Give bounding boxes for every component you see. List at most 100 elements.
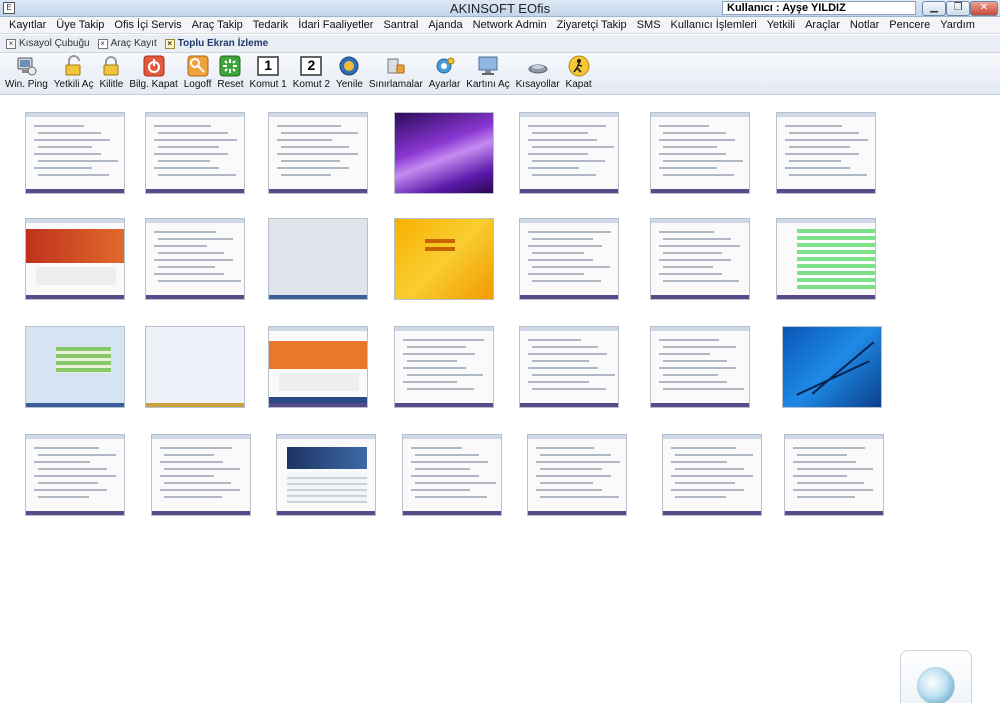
tab-1[interactable]: × Araç Kayıt	[97, 38, 157, 49]
toolbar-button-ping[interactable]: Win. Ping	[2, 53, 51, 94]
toolbar-button-unlock[interactable]: Yetkili Aç	[51, 53, 97, 94]
screen-thumbnail[interactable]	[650, 218, 750, 300]
screen-thumbnail[interactable]	[402, 434, 502, 516]
shortcuts-icon	[527, 55, 549, 77]
close-icon: ✕	[979, 2, 989, 13]
lock-icon	[100, 55, 122, 77]
menu-item[interactable]: Yetkili	[762, 19, 800, 31]
screen-thumbnail[interactable]	[650, 326, 750, 408]
tab-close-icon[interactable]: ×	[97, 38, 108, 49]
toolbar-button-exit[interactable]: Kapat	[563, 53, 595, 94]
toolbar-button-power[interactable]: Bilg. Kapat	[126, 53, 180, 94]
menu-item[interactable]: SMS	[632, 19, 666, 31]
screen-thumbnail[interactable]	[276, 434, 376, 516]
tab-label: Toplu Ekran İzleme	[177, 38, 269, 49]
close-button[interactable]: ✕	[970, 1, 998, 16]
toolbar-label: Bilg. Kapat	[129, 79, 178, 90]
screen-thumbnail[interactable]	[25, 218, 125, 300]
screen-thumbnail[interactable]	[25, 326, 125, 408]
toolbar-button-command-2[interactable]: 2 Komut 2	[290, 53, 333, 94]
menu-item[interactable]: Üye Takip	[51, 19, 109, 31]
toolbar-label: Kısayollar	[515, 79, 560, 90]
tab-label: Araç Kayıt	[110, 38, 157, 49]
screen-thumbnail[interactable]	[784, 434, 884, 516]
screen-thumbnail[interactable]	[776, 218, 876, 300]
orb-icon	[917, 667, 955, 703]
menu-item[interactable]: Tedarik	[248, 19, 293, 31]
corner-widget[interactable]	[900, 650, 972, 703]
screen-thumbnail[interactable]	[519, 218, 619, 300]
settings-icon	[434, 55, 456, 77]
toolbar-button-shortcuts[interactable]: Kısayollar	[513, 53, 563, 94]
exit-icon	[568, 55, 590, 77]
power-icon	[143, 55, 165, 77]
screen-thumbnail[interactable]	[776, 112, 876, 194]
toolbar-label: Yenile	[335, 79, 363, 90]
maximize-button[interactable]: ❐	[946, 1, 970, 16]
menu-item[interactable]: Network Admin	[468, 19, 552, 31]
restore-icon: ❐	[953, 2, 963, 13]
tab-close-icon[interactable]: ×	[164, 38, 175, 49]
monitor-icon	[477, 55, 499, 77]
screen-thumbnail[interactable]	[145, 326, 245, 408]
screen-thumbnail[interactable]	[394, 326, 494, 408]
screen-thumbnail[interactable]	[145, 218, 245, 300]
screen-thumbnail[interactable]	[145, 112, 245, 194]
menu-item[interactable]: Notlar	[845, 19, 884, 31]
toolbar-button-settings[interactable]: Ayarlar	[426, 53, 464, 94]
menu-item[interactable]: Kayıtlar	[4, 19, 51, 31]
command-1-icon: 1	[257, 55, 279, 77]
toolbar-button-refresh[interactable]: Yenile	[333, 53, 366, 94]
menu-item[interactable]: İdari Faaliyetler	[293, 19, 378, 31]
toolbar-button-key[interactable]: Logoff	[181, 53, 215, 94]
menu-item[interactable]: Araç Takip	[187, 19, 248, 31]
toolbar: Win. Ping Yetkili Aç Kilitle Bilg. Kapat Log…	[0, 53, 1000, 95]
tab-0[interactable]: × Kısayol Çubuğu	[6, 38, 90, 49]
toolbar-label: Ayarlar	[428, 79, 461, 90]
toolbar-button-reset[interactable]: Reset	[214, 53, 246, 94]
command-number: 1	[264, 57, 272, 73]
tab-close-icon[interactable]: ×	[6, 38, 16, 49]
minimize-button[interactable]: ▁	[922, 1, 946, 16]
toolbar-label: Komut 1	[249, 79, 287, 90]
screen-thumbnail[interactable]	[151, 434, 251, 516]
toolbar-label: Sınırlamalar	[368, 79, 423, 90]
menu-item[interactable]: Kullanıcı İşlemleri	[666, 19, 762, 31]
toolbar-label: Komut 2	[292, 79, 330, 90]
title-bar: E AKINSOFT EOfis Kullanıcı : Ayşe YILDIZ…	[0, 0, 1000, 17]
menu-item[interactable]: Araçlar	[800, 19, 845, 31]
screen-thumbnail[interactable]	[782, 326, 882, 408]
toolbar-button-command-1[interactable]: 1 Komut 1	[246, 53, 289, 94]
key-icon	[187, 55, 209, 77]
menu-item[interactable]: Santral	[378, 19, 423, 31]
ping-icon	[15, 55, 37, 77]
menu-item[interactable]: Ofis İçi Servis	[109, 19, 186, 31]
menu-item[interactable]: Ajanda	[423, 19, 467, 31]
screen-thumbnail[interactable]	[519, 112, 619, 194]
screen-thumbnail[interactable]	[527, 434, 627, 516]
current-user-field: Kullanıcı : Ayşe YILDIZ	[722, 1, 916, 15]
screen-thumbnail[interactable]	[650, 112, 750, 194]
screen-thumbnail[interactable]	[394, 112, 494, 194]
toolbar-label: Reset	[217, 79, 244, 90]
refresh-icon	[338, 55, 360, 77]
menu-item[interactable]: Pencere	[884, 19, 935, 31]
toolbar-label: Win. Ping	[5, 79, 48, 90]
command-2-icon: 2	[300, 55, 323, 77]
screen-thumbnail[interactable]	[268, 218, 368, 300]
toolbar-button-restrictions[interactable]: Sınırlamalar	[366, 53, 426, 94]
screen-thumbnail[interactable]	[662, 434, 762, 516]
restrictions-icon	[385, 55, 407, 77]
screen-thumbnail[interactable]	[394, 218, 494, 300]
toolbar-button-lock[interactable]: Kilitle	[96, 53, 126, 94]
tab-2[interactable]: × Toplu Ekran İzleme	[164, 38, 269, 49]
screen-thumbnail[interactable]	[268, 326, 368, 408]
menu-item[interactable]: Yardım	[935, 19, 980, 31]
menu-item[interactable]: Ziyaretçi Takip	[552, 19, 632, 31]
toolbar-label: Kilitle	[99, 79, 124, 90]
screen-thumbnail[interactable]	[268, 112, 368, 194]
screen-thumbnail[interactable]	[25, 112, 125, 194]
screen-thumbnail[interactable]	[519, 326, 619, 408]
screen-thumbnail[interactable]	[25, 434, 125, 516]
toolbar-button-monitor[interactable]: Kartını Aç	[463, 53, 512, 94]
